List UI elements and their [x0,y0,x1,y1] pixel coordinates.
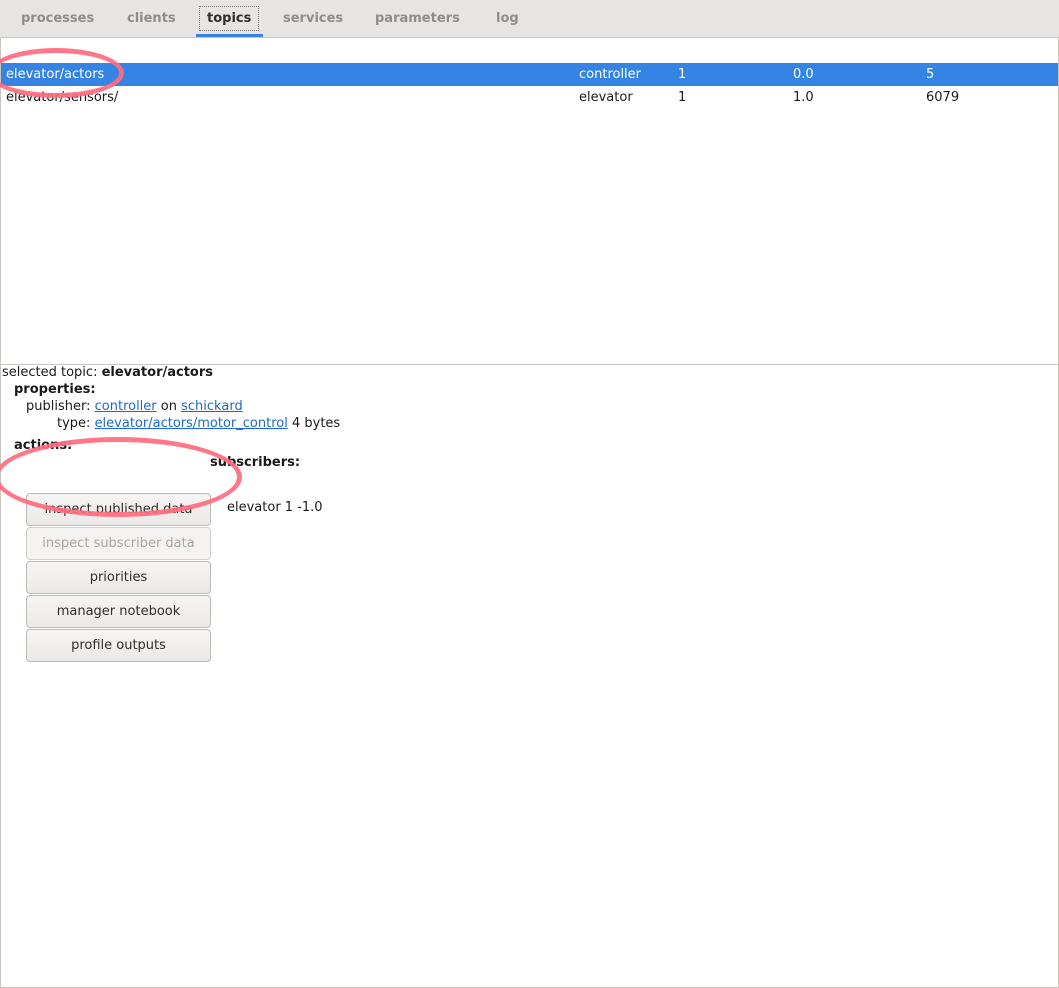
tab-log[interactable]: log [496,0,519,37]
inspect-subscriber-data-button[interactable]: inspect subscriber data [26,527,211,560]
type-size: 4 bytes [291,416,341,431]
publisher-label: publisher: [26,399,91,414]
topic-message-count: 6079 [926,90,960,105]
selected-topic-line: selected topic: elevator/actors [2,365,213,380]
tab-services[interactable]: services [283,0,343,37]
type-line: type: elevator/actors/motor_control 4 by… [57,416,340,431]
host-link[interactable]: schickard [181,399,243,414]
on-label: on [160,399,177,414]
type-link[interactable]: elevator/actors/motor_control [95,416,288,431]
publisher-link[interactable]: controller [95,399,157,414]
tab-processes[interactable]: processes [21,0,94,37]
tab-clients[interactable]: clients [127,0,176,37]
publisher-line: publisher: controller on schickard [26,399,243,414]
topic-rate: 1.0 [793,90,814,105]
topic-publisher: elevator [579,90,633,105]
topic-subscriber-count: 1 [678,67,687,82]
topic-name: elevator/sensors/ [6,90,119,105]
properties-heading: properties: [14,382,96,397]
type-label: type: [57,416,91,431]
tab-parameters[interactable]: parameters [375,0,460,37]
topic-publisher: controller [579,67,642,82]
subscriber-entry: elevator 1 -1.0 [227,500,323,515]
tab-topics[interactable]: topics [207,0,251,37]
manager-notebook-button[interactable]: manager notebook [26,595,211,628]
profile-outputs-button[interactable]: profile outputs [26,629,211,662]
topic-row[interactable]: elevator/sensors/ elevator 1 1.0 6079 [1,86,1058,109]
active-tab-indicator [196,34,263,37]
actions-heading: actions: [14,438,73,453]
topic-detail-pane: selected topic: elevator/actors properti… [1,365,1058,985]
topic-subscriber-count: 1 [678,90,687,105]
selected-topic-name: elevator/actors [101,365,214,380]
topic-rate: 0.0 [793,67,814,82]
tab-bar: processes clients topics services parame… [0,0,1059,38]
topic-name: elevator/actors [6,67,105,82]
topic-message-count: 5 [926,67,935,82]
topic-list: elevator/actors controller 1 0.0 5 eleva… [1,38,1058,365]
priorities-button[interactable]: priorities [26,561,211,594]
selected-topic-label: selected topic: [2,365,98,380]
topics-page: elevator/actors controller 1 0.0 5 eleva… [0,38,1059,988]
inspect-published-data-button[interactable]: inspect published data [26,493,211,526]
subscribers-heading: subscribers: [210,455,301,470]
topic-row-selected[interactable]: elevator/actors controller 1 0.0 5 [1,63,1058,86]
